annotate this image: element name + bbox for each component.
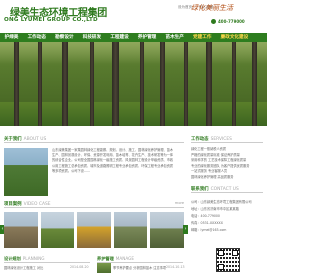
main-nav: 护绿美 工作动态 勘察设计 科技研发 工程建设 养护管理 苗木生产 党建工作 廉… [0, 33, 267, 42]
planning-news-date: 2014-08-20 [70, 265, 89, 269]
service-item[interactable]: 园林绿化养护管理 高品质服务 [191, 175, 263, 181]
tree-trunk [252, 42, 257, 126]
services-title: 工作动态 [191, 137, 209, 142]
case-thumbnail[interactable] [4, 212, 38, 248]
contact-title: 联系我们 [191, 187, 209, 192]
set-homepage-link[interactable]: 设为首页 [178, 5, 192, 9]
manage-title-en: MANAGE [115, 256, 135, 261]
services-title-en: SERVICES [210, 137, 232, 142]
about-heading: 关于我们 ABOUT US [4, 136, 184, 143]
cases-title-en: VIDEO CASE [23, 202, 51, 207]
nav-item-maintenance[interactable]: 养护管理 [133, 33, 161, 42]
hotline-number: 400-779000 [218, 19, 245, 24]
planning-title: 设计规划 [4, 256, 21, 261]
tree-trunk [90, 42, 94, 126]
planning-heading: 设计规划 PLANNING [4, 256, 90, 263]
phone-icon [211, 19, 216, 24]
case-carousel [4, 212, 184, 248]
tree-trunk [112, 42, 119, 126]
qr-finder [218, 250, 224, 256]
tree-trunk [62, 42, 68, 126]
tree-trunk [38, 42, 42, 126]
hero-banner[interactable] [0, 42, 267, 126]
nav-item-nursery[interactable]: 苗木生产 [161, 33, 189, 42]
contact-phone: 电话：400-779000 [191, 214, 220, 218]
contact-title-en: CONTACT US [210, 187, 239, 192]
contact-address: 地址：山东省济南市市中区某某路 [191, 207, 239, 211]
cases-heading: 项目案例 VIDEO CASE more [4, 201, 184, 208]
case-next-arrow[interactable]: › [183, 225, 188, 234]
manage-news-date: 2014-10-13 [166, 265, 185, 269]
contact-fax: 传真：0531-XXXXXX [191, 221, 223, 225]
tree-trunk [140, 42, 144, 126]
cases-more-link[interactable]: more [175, 201, 184, 205]
tree-trunk [232, 42, 236, 126]
case-thumbnail[interactable] [40, 212, 75, 248]
planning-news-link[interactable]: 园林绿化设计工程施工 对比 [4, 265, 43, 270]
tree-trunk [206, 42, 212, 126]
nav-item-research[interactable]: 科技研发 [78, 33, 106, 42]
qr-finder [232, 250, 238, 256]
nav-item-home[interactable]: 护绿美 [0, 33, 23, 42]
logo-english-name[interactable]: ONG LYUMEI GROUP CO.,LTD [4, 17, 98, 23]
manage-title: 养护管理 [97, 256, 114, 261]
nav-item-integrity[interactable]: 廉政文化建设 [216, 33, 253, 42]
manage-heading: 养护管理 MANAGE [97, 256, 183, 263]
nav-item-construction[interactable]: 工程建设 [106, 33, 134, 42]
about-title: 关于我们 [4, 137, 22, 142]
nav-item-news[interactable]: 工作动态 [23, 33, 51, 42]
nav-item-design[interactable]: 勘察设计 [51, 33, 79, 42]
tree-trunk [184, 42, 188, 126]
case-thumbnail[interactable] [77, 212, 111, 248]
qr-code [216, 248, 240, 272]
manage-news-link[interactable]: 季节养护要点 分析园林苗木 注意事项 [113, 265, 166, 270]
planning-title-en: PLANNING [22, 256, 45, 261]
site-header: 绿美生态环境工程集团 ONG LYUMEI GROUP CO.,LTD 设为首页… [0, 0, 267, 33]
about-photo[interactable] [4, 148, 48, 196]
about-description: 山东绿美集团一家集园林绿化工程勘察、规划、设计、施工、园林绿化养护管理、苗木生产… [52, 148, 174, 173]
case-thumbnail[interactable] [150, 212, 184, 248]
qr-finder [218, 264, 224, 270]
services-heading: 工作动态 SERVICES [191, 136, 263, 143]
cases-title: 项目案例 [4, 202, 22, 207]
slogan-calligraphy: 绿化美丽生活 [191, 4, 233, 12]
about-title-en: ABOUT US [23, 137, 47, 142]
nav-item-party[interactable]: 党建工作 [188, 33, 216, 42]
contact-heading: 联系我们 CONTACT US [191, 186, 263, 193]
manage-news-thumbnail[interactable] [97, 263, 111, 273]
tree-trunk [14, 42, 19, 126]
tree-trunk [160, 42, 165, 126]
contact-email: 邮箱：lymei@163.com [191, 228, 227, 232]
case-thumbnail[interactable] [113, 212, 148, 248]
contact-company: 公司：山东绿美生态环境工程集团有限公司 [191, 200, 252, 204]
services-list: 绿化工程一般纳税人资质 严格的绿化质量标准 保证养护质量 采用科学的 工艺技术保… [191, 147, 263, 180]
